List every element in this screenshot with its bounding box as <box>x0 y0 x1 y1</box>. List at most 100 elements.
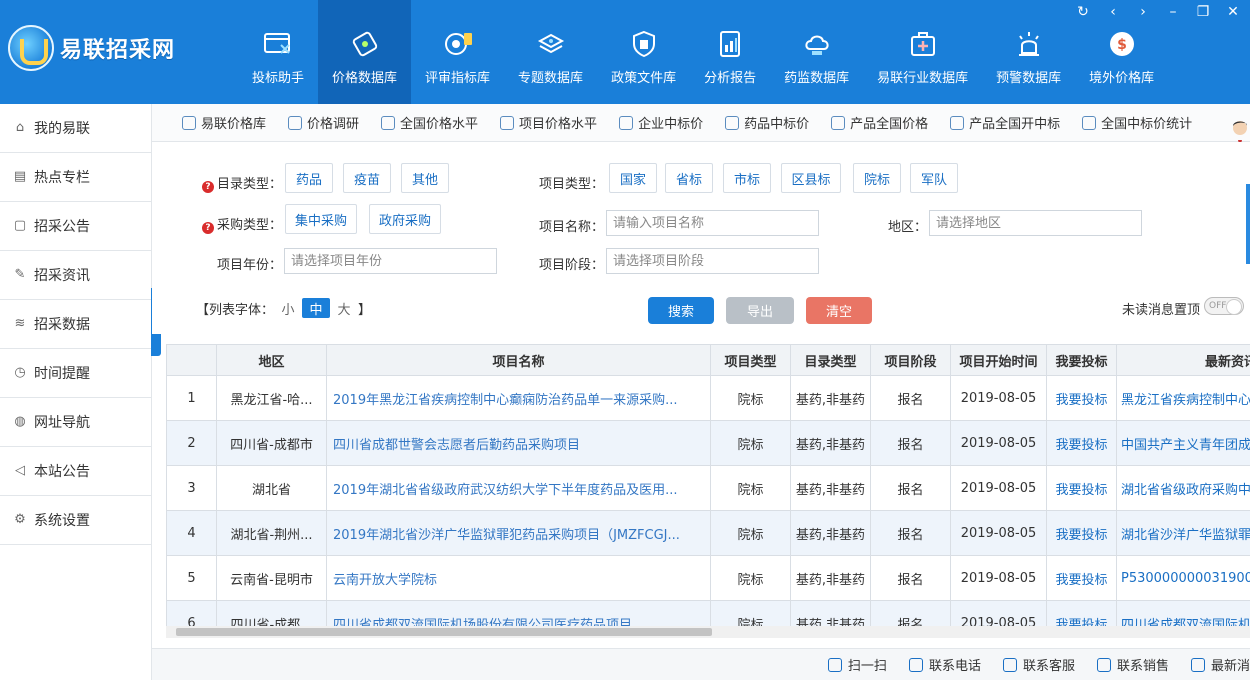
subnav-item-enterprise-price[interactable]: 企业中标价 <box>619 113 703 132</box>
subnav-item-yilian-price[interactable]: 易联价格库 <box>182 113 266 132</box>
project-type-national[interactable]: 国家 <box>609 163 657 193</box>
sidebar-item-hot-column[interactable]: ▤ 热点专栏 <box>0 153 151 202</box>
col-catalog-type[interactable]: 目录类型 <box>790 344 871 376</box>
sidebar-item-reminder[interactable]: ◷ 时间提醒 <box>0 349 151 398</box>
sidebar-item-settings[interactable]: ⚙ 系统设置 <box>0 496 151 545</box>
sidebar-item-navigation[interactable]: ◍ 网址导航 <box>0 398 151 447</box>
nav-review-indicator[interactable]: 评审指标库 <box>411 0 504 104</box>
project-type-military[interactable]: 军队 <box>910 163 958 193</box>
contact-phone-button[interactable]: 联系电话 <box>908 655 981 674</box>
table-row[interactable]: 2 四川省-成都市 四川省成都世警会志愿者后勤药品采购项目 院标 基药,非基药 … <box>166 420 1250 466</box>
col-project-name[interactable]: 项目名称 <box>326 344 711 376</box>
row-bid-link[interactable]: 我要投标 <box>1046 465 1117 511</box>
font-size-medium[interactable]: 中 <box>302 298 331 318</box>
project-stage-select[interactable] <box>606 248 819 274</box>
row-news-link[interactable]: 黑龙江省疾病控制中心 <box>1116 375 1250 421</box>
subnav-item-national-price[interactable]: 全国价格水平 <box>381 113 478 132</box>
row-project-name-link[interactable]: 云南开放大学院标 <box>326 555 711 601</box>
table-horizontal-scrollbar[interactable] <box>166 626 1250 638</box>
font-size-large[interactable]: 大 <box>330 298 358 318</box>
row-project-name-link[interactable]: 2019年湖北省省级政府武汉纺织大学下半年度药品及医用... <box>326 465 711 511</box>
row-news-link[interactable]: P5300000000319000 <box>1116 555 1250 601</box>
restore-icon[interactable]: ❐ <box>1194 4 1212 20</box>
table-row[interactable]: 1 黑龙江省-哈... 2019年黑龙江省疾病控制中心癫痫防治药品单一来源采购.… <box>166 375 1250 421</box>
sidebar-item-news[interactable]: ✎ 招采资讯 <box>0 251 151 300</box>
minimize-icon[interactable]: – <box>1164 4 1182 20</box>
back-icon[interactable]: ‹ <box>1104 4 1122 20</box>
search-button[interactable]: 搜索 <box>648 297 714 324</box>
project-name-input[interactable] <box>606 210 819 236</box>
scan-qr-button[interactable]: 扫一扫 <box>827 655 887 674</box>
nav-policy-file[interactable]: 政策文件库 <box>597 0 690 104</box>
table-header: 地区 项目名称 项目类型 目录类型 项目阶段 项目开始时间 我要投标 最新资讯 <box>166 344 1250 376</box>
sidebar-item-site-notice[interactable]: ◁ 本站公告 <box>0 447 151 496</box>
contact-sales-button[interactable]: 联系销售 <box>1096 655 1169 674</box>
enterprise-icon <box>619 115 634 130</box>
row-bid-link[interactable]: 我要投标 <box>1046 600 1117 628</box>
subnav-label: 企业中标价 <box>638 117 704 132</box>
region-select[interactable] <box>929 210 1142 236</box>
font-size-small[interactable]: 小 <box>274 298 302 318</box>
row-project-name-link[interactable]: 2019年黑龙江省疾病控制中心癫痫防治药品单一来源采购... <box>326 375 711 421</box>
subnav-item-product-bids[interactable]: 产品全国开中标 <box>950 113 1060 132</box>
project-type-county[interactable]: 区县标 <box>781 163 841 193</box>
subnav-item-price-survey[interactable]: 价格调研 <box>288 113 359 132</box>
catalog-type-drug[interactable]: 药品 <box>285 163 333 193</box>
row-news-link[interactable]: 四川省成都双流国际机 <box>1116 600 1250 628</box>
export-button[interactable]: 导出 <box>726 297 794 324</box>
clock-icon: ◷ <box>14 365 26 380</box>
project-type-provincial[interactable]: 省标 <box>665 163 713 193</box>
subnav-item-product-price[interactable]: 产品全国价格 <box>831 113 928 132</box>
scrollbar-thumb[interactable] <box>176 628 712 636</box>
clear-button[interactable]: 清空 <box>806 297 872 324</box>
row-news-link[interactable]: 湖北省沙洋广华监狱罪 <box>1116 510 1250 556</box>
latest-message-button[interactable]: 最新消 <box>1190 655 1250 674</box>
col-region[interactable]: 地区 <box>216 344 327 376</box>
subnav-item-drug-price[interactable]: 药品中标价 <box>725 113 809 132</box>
table-row[interactable]: 6 四川省-成都... 四川省成都双流国际机场股份有限公司医疗药品项目 院标 基… <box>166 600 1250 628</box>
row-bid-link[interactable]: 我要投标 <box>1046 555 1117 601</box>
close-icon[interactable]: ✕ <box>1224 4 1242 20</box>
subnav-item-project-price[interactable]: 项目价格水平 <box>500 113 597 132</box>
nav-bid-assistant[interactable]: 投标助手 <box>238 0 318 104</box>
table-row[interactable]: 4 湖北省-荆州... 2019年湖北省沙洋广华监狱罪犯药品采购项目（JMZFC… <box>166 510 1250 556</box>
nav-industry-database[interactable]: 易联行业数据库 <box>863 0 982 104</box>
app-logo[interactable]: 易联招采网 <box>8 18 238 78</box>
unread-pin-toggle[interactable]: OFF <box>1204 297 1244 315</box>
catalog-type-vaccine[interactable]: 疫苗 <box>343 163 391 193</box>
catalog-type-other[interactable]: 其他 <box>401 163 449 193</box>
col-start-date[interactable]: 项目开始时间 <box>950 344 1047 376</box>
forward-icon[interactable]: › <box>1134 4 1152 20</box>
col-bid[interactable]: 我要投标 <box>1046 344 1117 376</box>
table-row[interactable]: 5 云南省-昆明市 云南开放大学院标 院标 基药,非基药 报名 2019-08-… <box>166 555 1250 601</box>
col-project-type[interactable]: 项目类型 <box>710 344 791 376</box>
sidebar-item-announcement[interactable]: ▢ 招采公告 <box>0 202 151 251</box>
project-type-hospital[interactable]: 院标 <box>853 163 901 193</box>
row-bid-link[interactable]: 我要投标 <box>1046 420 1117 466</box>
sidebar-item-my-yilian[interactable]: ⌂ 我的易联 <box>0 104 151 153</box>
col-latest-news[interactable]: 最新资讯 <box>1116 344 1250 376</box>
row-project-name-link[interactable]: 四川省成都世警会志愿者后勤药品采购项目 <box>326 420 711 466</box>
sidebar-item-data[interactable]: ≋ 招采数据 <box>0 300 151 349</box>
table-row[interactable]: 3 湖北省 2019年湖北省省级政府武汉纺织大学下半年度药品及医用... 院标 … <box>166 465 1250 511</box>
row-region: 黑龙江省-哈... <box>216 375 327 421</box>
row-bid-link[interactable]: 我要投标 <box>1046 375 1117 421</box>
project-year-select[interactable] <box>284 248 497 274</box>
nav-topic-database[interactable]: 专题数据库 <box>504 0 597 104</box>
nav-analysis-report[interactable]: 分析报告 <box>690 0 770 104</box>
project-type-city[interactable]: 市标 <box>723 163 771 193</box>
row-news-link[interactable]: 湖北省省级政府采购中 <box>1116 465 1250 511</box>
row-project-name-link[interactable]: 2019年湖北省沙洋广华监狱罪犯药品采购项目（JMZFCGJ... <box>326 510 711 556</box>
nav-warning-database[interactable]: 预警数据库 <box>982 0 1075 104</box>
row-news-link[interactable]: 中国共产主义青年团成 <box>1116 420 1250 466</box>
col-project-stage[interactable]: 项目阶段 <box>870 344 951 376</box>
row-project-name-link[interactable]: 四川省成都双流国际机场股份有限公司医疗药品项目 <box>326 600 711 628</box>
nav-drug-supervision[interactable]: 药监数据库 <box>770 0 863 104</box>
contact-service-button[interactable]: 联系客服 <box>1002 655 1075 674</box>
nav-price-database[interactable]: 价格数据库 <box>318 0 412 104</box>
refresh-icon[interactable]: ↻ <box>1074 4 1092 20</box>
purchase-type-centralized[interactable]: 集中采购 <box>285 204 357 234</box>
row-bid-link[interactable]: 我要投标 <box>1046 510 1117 556</box>
subnav-item-bid-statistics[interactable]: 全国中标价统计 <box>1082 113 1192 132</box>
purchase-type-government[interactable]: 政府采购 <box>369 204 441 234</box>
